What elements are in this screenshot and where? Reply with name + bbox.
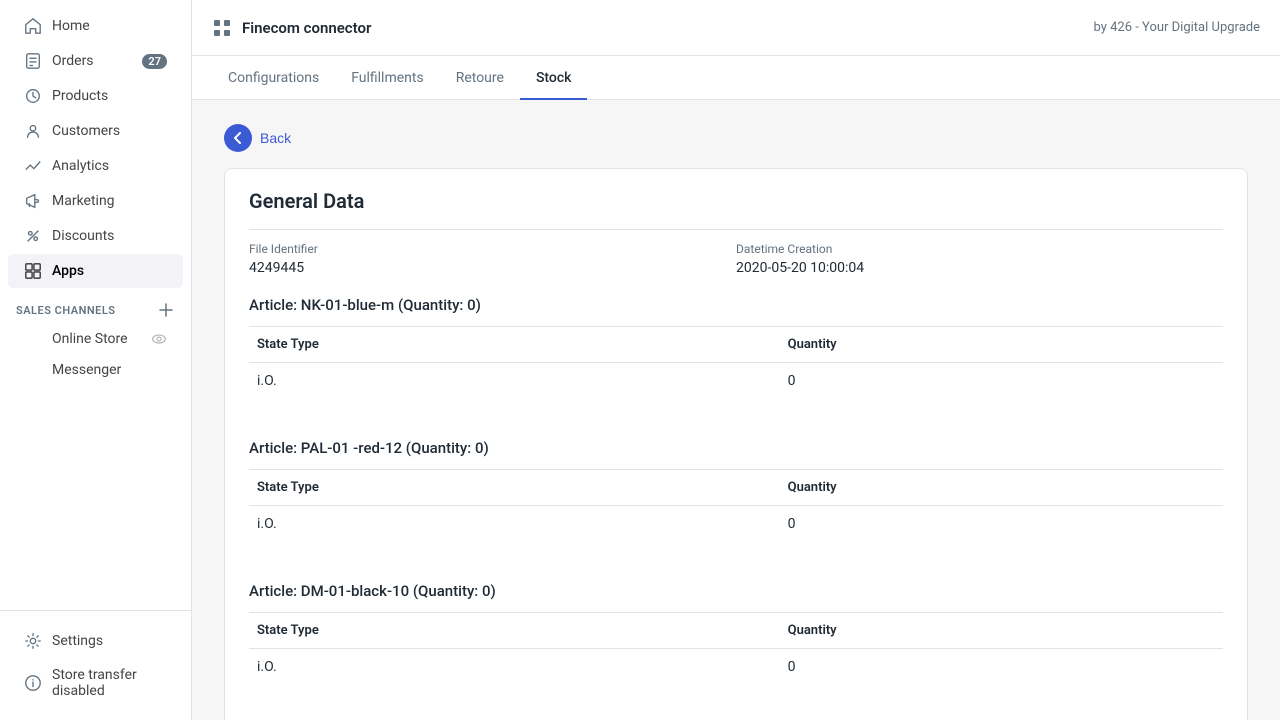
topbar-left: Finecom connector (212, 18, 371, 38)
articles-container: Article: NK-01-blue-m (Quantity: 0) Stat… (225, 296, 1247, 720)
sidebar-item-home[interactable]: Home (8, 9, 183, 43)
sales-channels-label: SALES CHANNELS (16, 304, 116, 317)
sidebar-item-products[interactable]: Products (8, 79, 183, 113)
file-identifier-col: File Identifier 4249445 (249, 242, 736, 276)
back-button[interactable]: Back (224, 124, 291, 152)
topbar-by-text: by 426 - Your Digital Upgrade (1093, 20, 1260, 35)
article-title: Article: DM-01-black-10 (Quantity: 0) (249, 582, 1223, 613)
sidebar-item-label: Settings (52, 633, 167, 649)
sidebar-item-store-transfer[interactable]: Store transfer disabled (8, 659, 183, 707)
orders-badge: 27 (142, 54, 167, 69)
customers-icon (24, 122, 42, 140)
tab-configurations[interactable]: Configurations (212, 56, 335, 100)
datetime-creation-value: 2020-05-20 10:00:04 (736, 260, 1223, 276)
sidebar-item-discounts[interactable]: Discounts (8, 219, 183, 253)
stock-detail-card: General Data File Identifier 4249445 Dat… (224, 168, 1248, 720)
file-identifier-label: File Identifier (249, 242, 736, 256)
settings-icon (24, 632, 42, 650)
article-table: State Type Quantity i.O. 0 (249, 327, 1223, 399)
sidebar-item-marketing[interactable]: Marketing (8, 184, 183, 218)
marketing-icon (24, 192, 42, 210)
state-type-header: State Type (249, 327, 780, 363)
quantity-cell: 0 (780, 506, 1223, 543)
quantity-header: Quantity (780, 470, 1223, 506)
sidebar-item-label: Apps (52, 263, 167, 279)
sidebar-item-label: Home (52, 18, 167, 34)
info-icon (24, 674, 42, 692)
sidebar-item-analytics[interactable]: Analytics (8, 149, 183, 183)
datetime-creation-label: Datetime Creation (736, 242, 1223, 256)
article-table: State Type Quantity i.O. 0 (249, 470, 1223, 542)
file-identifier-value: 4249445 (249, 260, 736, 276)
apps-icon (24, 262, 42, 280)
article-section: Article: NK-01-blue-m (Quantity: 0) Stat… (225, 296, 1247, 419)
messenger-label: Messenger (52, 362, 121, 378)
add-sales-channel-button[interactable] (157, 301, 175, 319)
tab-retoure[interactable]: Retoure (440, 56, 520, 100)
app-title: Finecom connector (242, 19, 371, 37)
sidebar-item-messenger[interactable]: Messenger (8, 355, 183, 385)
products-icon (24, 87, 42, 105)
sales-channels-header: SALES CHANNELS (0, 289, 191, 323)
state-type-header: State Type (249, 613, 780, 649)
back-label: Back (260, 130, 291, 146)
article-title: Article: PAL-01 -red-12 (Quantity: 0) (249, 439, 1223, 470)
datetime-creation-col: Datetime Creation 2020-05-20 10:00:04 (736, 242, 1223, 276)
quantity-header: Quantity (780, 613, 1223, 649)
article-section: Article: PAL-01 -red-12 (Quantity: 0) St… (225, 439, 1247, 562)
back-circle-icon (224, 124, 252, 152)
state-type-header: State Type (249, 470, 780, 506)
sidebar-item-label: Customers (52, 123, 167, 139)
table-row: i.O. 0 (249, 363, 1223, 400)
orders-icon (24, 52, 42, 70)
topbar: Finecom connector by 426 - Your Digital … (192, 0, 1280, 56)
discounts-icon (24, 227, 42, 245)
sidebar-item-settings[interactable]: Settings (8, 624, 183, 658)
tab-fulfillments[interactable]: Fulfillments (335, 56, 440, 100)
main-content: Finecom connector by 426 - Your Digital … (192, 0, 1280, 720)
tab-bar: Configurations Fulfillments Retoure Stoc… (192, 56, 1280, 100)
sidebar-item-label: Discounts (52, 228, 167, 244)
state-type-cell: i.O. (249, 649, 780, 686)
article-title: Article: NK-01-blue-m (Quantity: 0) (249, 296, 1223, 327)
content-area: Back General Data File Identifier 424944… (192, 100, 1280, 720)
table-row: i.O. 0 (249, 506, 1223, 543)
sidebar-item-label: Products (52, 88, 167, 104)
article-section: Article: DM-01-black-10 (Quantity: 0) St… (225, 582, 1247, 705)
sidebar-item-label: Analytics (52, 158, 167, 174)
meta-row: File Identifier 4249445 Datetime Creatio… (249, 229, 1223, 276)
app-grid-icon (212, 18, 232, 38)
online-store-label: Online Store (52, 331, 128, 347)
table-row: i.O. 0 (249, 649, 1223, 686)
sidebar: Home Orders 27 Products Customers (0, 0, 192, 720)
eye-icon (151, 331, 167, 347)
general-data-title: General Data (249, 189, 1223, 213)
sidebar-footer: Settings Store transfer disabled (0, 610, 191, 720)
quantity-cell: 0 (780, 363, 1223, 400)
quantity-cell: 0 (780, 649, 1223, 686)
sidebar-item-online-store[interactable]: Online Store (8, 324, 183, 354)
quantity-header: Quantity (780, 327, 1223, 363)
sidebar-item-label: Store transfer disabled (52, 667, 167, 699)
sidebar-item-label: Marketing (52, 193, 167, 209)
analytics-icon (24, 157, 42, 175)
home-icon (24, 17, 42, 35)
sidebar-item-apps[interactable]: Apps (8, 254, 183, 288)
tab-stock[interactable]: Stock (520, 56, 588, 100)
article-table: State Type Quantity i.O. 0 (249, 613, 1223, 685)
state-type-cell: i.O. (249, 363, 780, 400)
state-type-cell: i.O. (249, 506, 780, 543)
sidebar-item-label: Orders (52, 53, 132, 69)
sidebar-item-orders[interactable]: Orders 27 (8, 44, 183, 78)
sidebar-item-customers[interactable]: Customers (8, 114, 183, 148)
